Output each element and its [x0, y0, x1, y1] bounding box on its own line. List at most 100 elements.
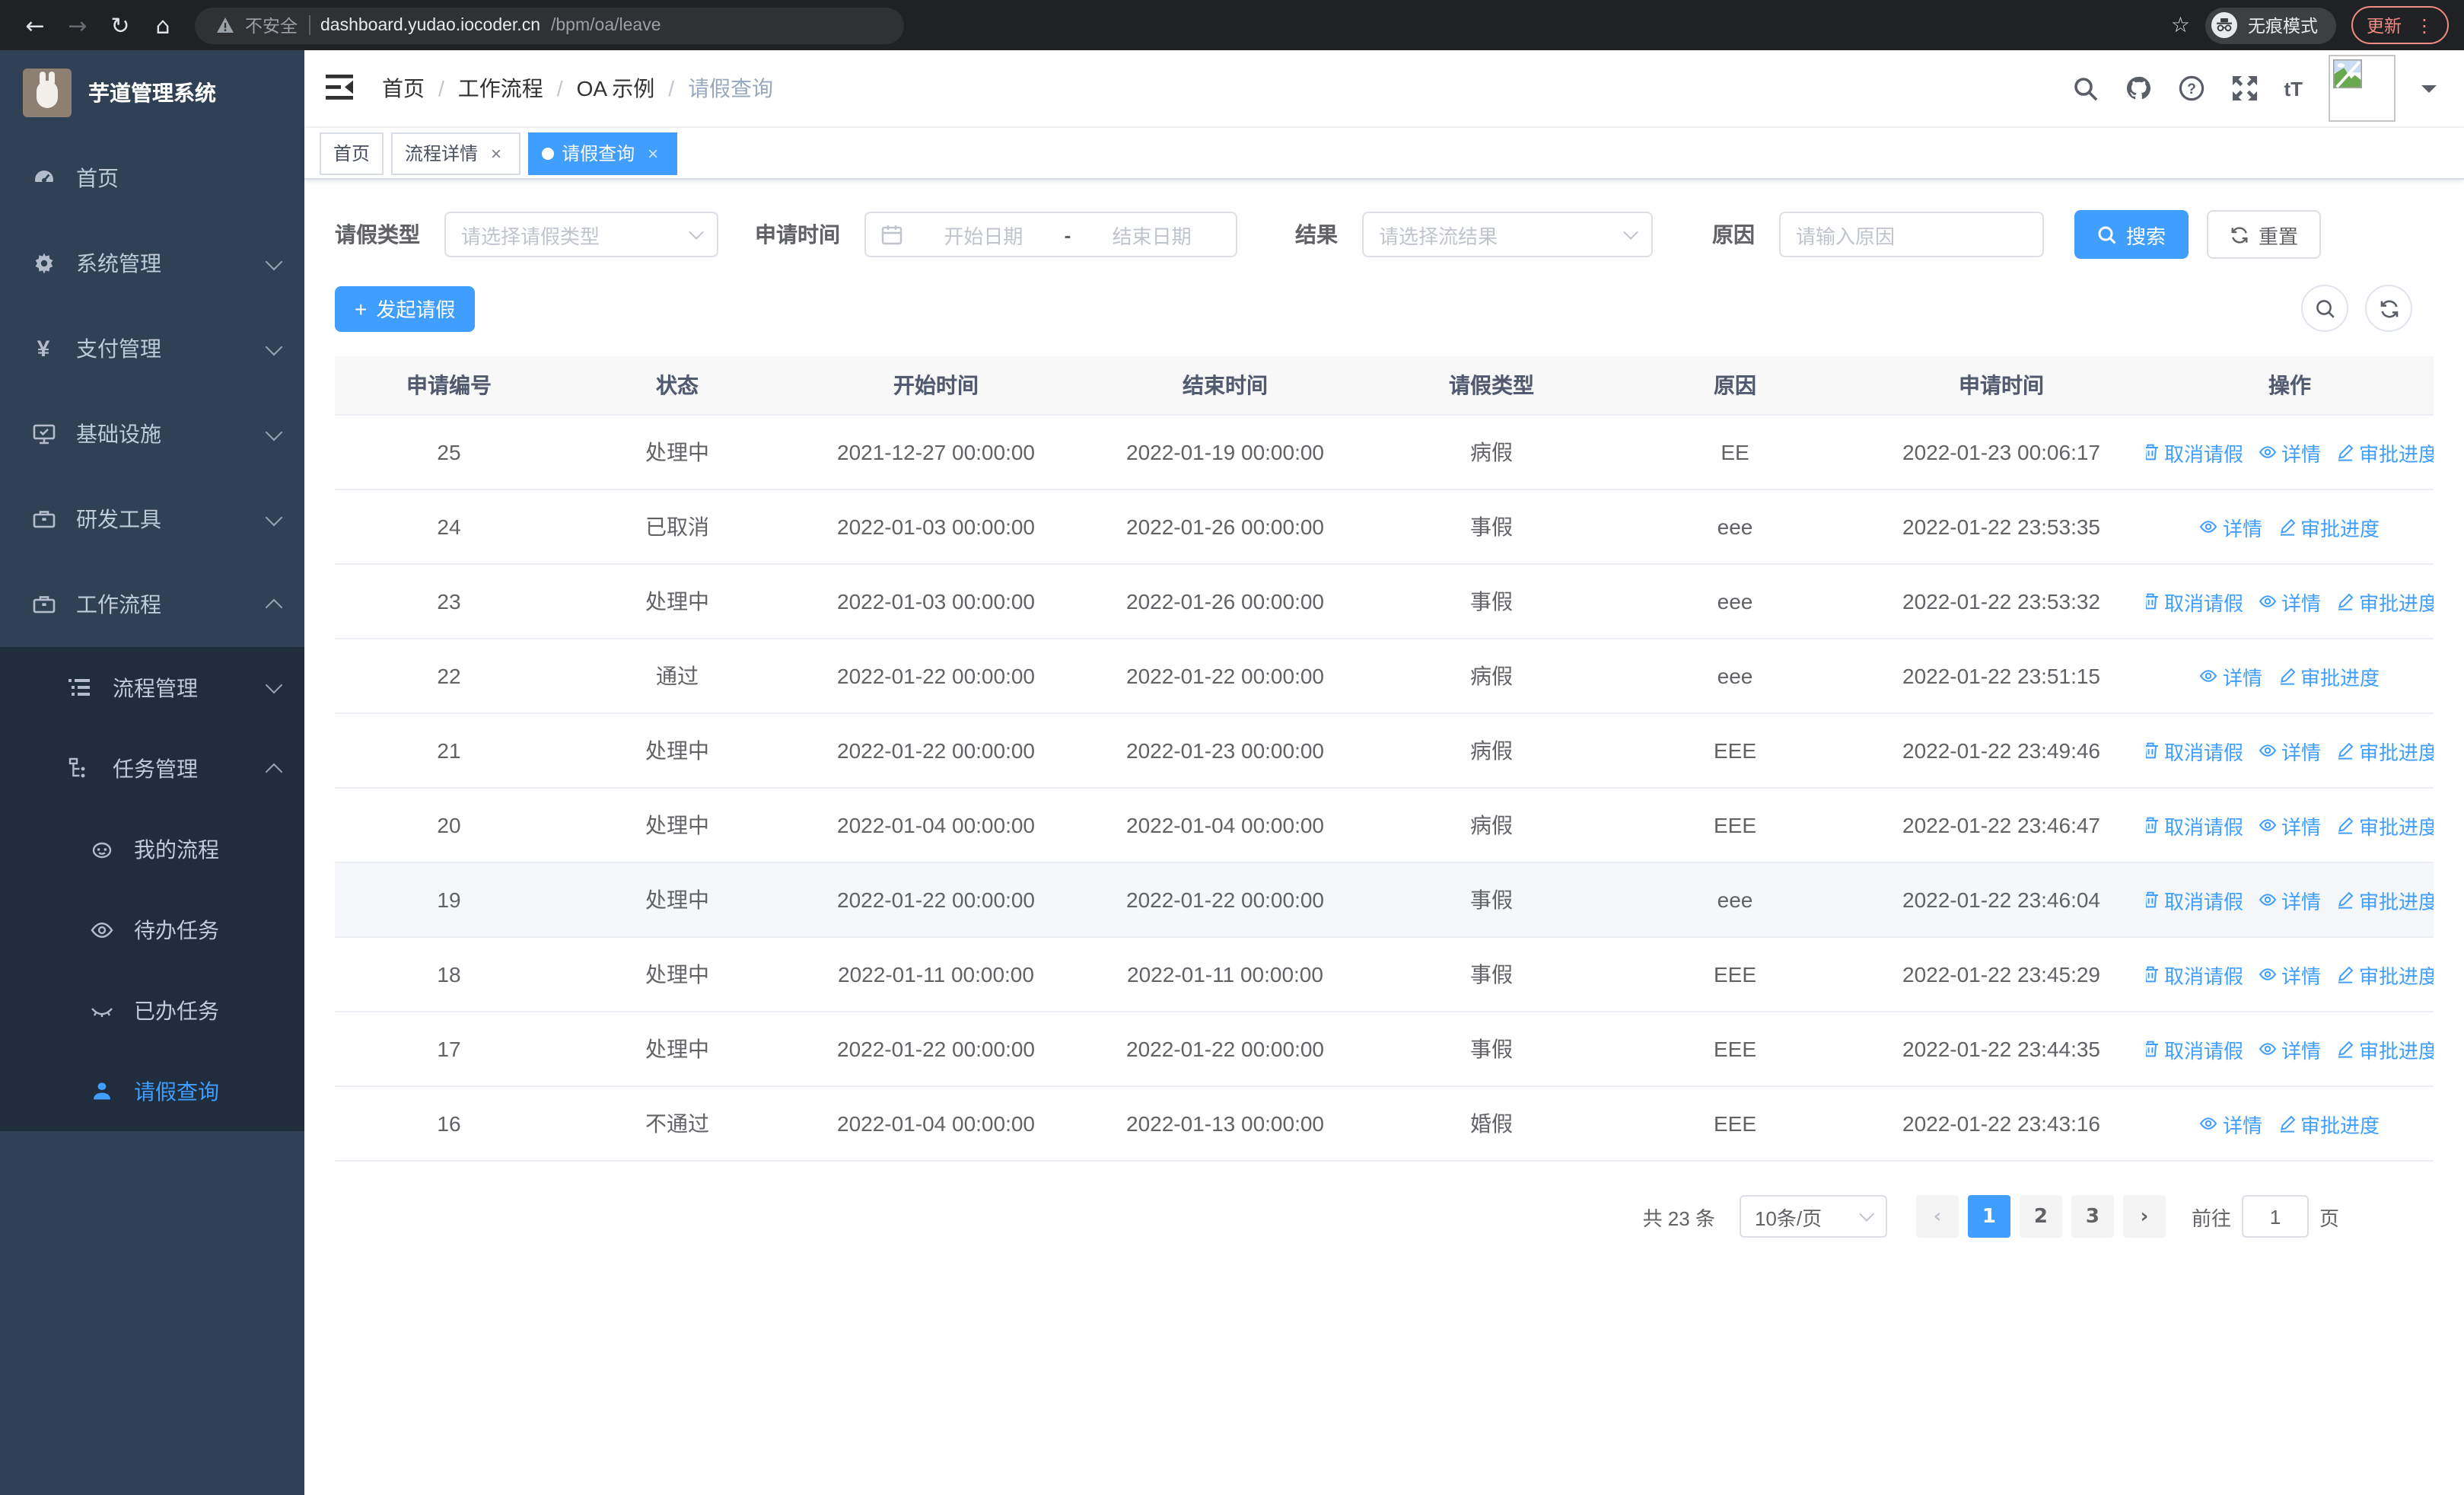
- close-icon[interactable]: ×: [485, 142, 507, 164]
- sidebar-item-process-management[interactable]: 流程管理: [0, 647, 304, 728]
- apply-time-cell: 2022-01-22 23:46:04: [1902, 888, 2100, 912]
- leave-type-select[interactable]: 请选择请假类型: [444, 212, 718, 257]
- detail-link[interactable]: 详情: [2200, 512, 2262, 541]
- goto-page-input[interactable]: 1: [2241, 1195, 2309, 1238]
- sidebar-item-home[interactable]: 首页: [0, 135, 304, 221]
- page-button-2[interactable]: 2: [2019, 1195, 2062, 1238]
- sidebar-item-infrastructure[interactable]: 基础设施: [0, 391, 304, 477]
- url-path: /bpm/oa/leave: [551, 16, 661, 34]
- page-button-1[interactable]: 1: [1967, 1195, 2010, 1238]
- browser-menu-icon[interactable]: ⋮: [2415, 14, 2434, 36]
- create-leave-button[interactable]: + 发起请假: [335, 285, 476, 331]
- sidebar-item-my-process[interactable]: 我的流程: [0, 808, 304, 889]
- reset-button[interactable]: 重置: [2207, 210, 2322, 259]
- detail-link[interactable]: 详情: [2259, 587, 2321, 616]
- cancel-leave-link[interactable]: 取消请假: [2146, 960, 2243, 989]
- sidebar-item-payment[interactable]: ¥ 支付管理: [0, 306, 304, 391]
- sidebar-item-todo-tasks[interactable]: 待办任务: [0, 889, 304, 970]
- browser-home-button[interactable]: ⌂: [143, 5, 183, 45]
- approval-progress-link[interactable]: 审批进度: [2278, 661, 2380, 690]
- user-menu-caret-icon[interactable]: [2421, 85, 2437, 100]
- cancel-leave-link[interactable]: 取消请假: [2146, 438, 2243, 467]
- table-row: 23 处理中 2022-01-03 00:00:00 2022-01-26 00:00…: [335, 565, 2434, 639]
- page-size-select[interactable]: 10条/页: [1739, 1195, 1887, 1238]
- apply-time-cell: 2022-01-22 23:53:32: [1902, 589, 2100, 614]
- apply-time-cell: 2022-01-22 23:49:46: [1902, 738, 2100, 763]
- bookmark-star-icon[interactable]: ☆: [2171, 13, 2190, 37]
- result-select[interactable]: 请选择流结果: [1362, 212, 1653, 257]
- detail-link[interactable]: 详情: [2200, 1109, 2262, 1138]
- search-button[interactable]: 搜索: [2074, 210, 2189, 259]
- search-icon[interactable]: [2072, 75, 2098, 101]
- incognito-icon: [2211, 12, 2237, 38]
- approval-progress-link[interactable]: 审批进度: [2336, 811, 2434, 840]
- sidebar-item-label: 工作流程: [76, 592, 161, 617]
- tab-leave-query[interactable]: 请假查询 ×: [528, 132, 678, 174]
- sidebar-item-workflow[interactable]: 工作流程: [0, 562, 304, 647]
- approval-progress-link[interactable]: 审批进度: [2336, 885, 2434, 914]
- sidebar-item-task-management[interactable]: 任务管理: [0, 728, 304, 808]
- detail-link[interactable]: 详情: [2259, 1034, 2321, 1063]
- url-separator: [308, 15, 310, 35]
- cancel-leave-link[interactable]: 取消请假: [2146, 736, 2243, 765]
- detail-link[interactable]: 详情: [2259, 960, 2321, 989]
- detail-link[interactable]: 详情: [2259, 811, 2321, 840]
- close-icon[interactable]: ×: [642, 142, 664, 164]
- approval-progress-link[interactable]: 审批进度: [2336, 438, 2434, 467]
- sidebar-item-devtools[interactable]: 研发工具: [0, 477, 304, 562]
- next-page-button[interactable]: ›: [2122, 1195, 2166, 1238]
- help-icon[interactable]: ?: [2177, 75, 2205, 102]
- detail-link[interactable]: 详情: [2259, 885, 2321, 914]
- page-button-3[interactable]: 3: [2071, 1195, 2114, 1238]
- browser-reload-button[interactable]: ↻: [100, 5, 140, 45]
- goto-unit: 页: [2319, 1207, 2339, 1229]
- reason-input[interactable]: 请输入原因: [1779, 212, 2044, 257]
- apply-time-range-picker[interactable]: 开始日期 - 结束日期: [864, 212, 1237, 257]
- table-row: 18 处理中 2022-01-11 00:00:00 2022-01-11 00:00…: [335, 938, 2434, 1012]
- cancel-leave-link[interactable]: 取消请假: [2146, 885, 2243, 914]
- app-logo[interactable]: 芋道管理系统: [0, 50, 304, 135]
- github-icon[interactable]: [2124, 75, 2151, 102]
- leave-type-cell: 事假: [1470, 962, 1513, 987]
- cancel-leave-link[interactable]: 取消请假: [2146, 811, 2243, 840]
- logo-image: [23, 69, 72, 117]
- reason-cell: eee: [1717, 664, 1753, 688]
- tab-process-detail[interactable]: 流程详情 ×: [391, 132, 521, 174]
- browser-back-button[interactable]: ←: [15, 5, 55, 45]
- detail-link[interactable]: 详情: [2259, 438, 2321, 467]
- browser-forward-button[interactable]: →: [58, 5, 97, 45]
- address-bar[interactable]: 不安全 dashboard.yudao.iocoder.cn/bpm/oa/le…: [195, 7, 904, 43]
- cancel-leave-link[interactable]: 取消请假: [2146, 587, 2243, 616]
- header-leave-type: 请假类型: [1449, 373, 1534, 397]
- approval-progress-link[interactable]: 审批进度: [2336, 1034, 2434, 1063]
- detail-link[interactable]: 详情: [2259, 736, 2321, 765]
- browser-update-button[interactable]: 更新 ⋮: [2351, 6, 2449, 44]
- edit-icon: [2338, 817, 2354, 834]
- refresh-table-button[interactable]: [2365, 285, 2412, 332]
- start-time-cell: 2022-01-11 00:00:00: [838, 962, 1034, 987]
- approval-progress-link[interactable]: 审批进度: [2336, 587, 2434, 616]
- font-size-icon[interactable]: tT: [2284, 77, 2303, 100]
- sidebar-collapse-icon[interactable]: [326, 75, 356, 102]
- apply-id-cell: 22: [437, 664, 461, 688]
- sidebar-item-leave-query[interactable]: 请假查询: [0, 1050, 304, 1131]
- leave-type-cell: 病假: [1470, 440, 1513, 464]
- breadcrumb-item[interactable]: OA 示例: [577, 73, 655, 104]
- cancel-leave-link[interactable]: 取消请假: [2146, 1034, 2243, 1063]
- sidebar-item-done-tasks[interactable]: 已办任务: [0, 970, 304, 1050]
- avatar[interactable]: [2329, 55, 2396, 122]
- approval-progress-link[interactable]: 审批进度: [2278, 1109, 2380, 1138]
- approval-progress-link[interactable]: 审批进度: [2336, 960, 2434, 989]
- approval-progress-link[interactable]: 审批进度: [2278, 512, 2380, 541]
- tab-home[interactable]: 首页: [320, 132, 384, 174]
- leave-type-cell: 事假: [1470, 888, 1513, 912]
- show-search-button[interactable]: [2301, 285, 2348, 332]
- filter-form: 请假类型 请选择请假类型 申请时间 开始日期 - 结束日期 结果 请选择流结果 …: [335, 210, 2434, 259]
- sidebar-item-system[interactable]: 系统管理: [0, 221, 304, 306]
- approval-progress-link[interactable]: 审批进度: [2336, 736, 2434, 765]
- breadcrumb-item[interactable]: 首页: [382, 73, 425, 104]
- prev-page-button[interactable]: ‹: [1915, 1195, 1959, 1238]
- detail-link[interactable]: 详情: [2200, 661, 2262, 690]
- fullscreen-icon[interactable]: [2230, 75, 2258, 102]
- breadcrumb-item[interactable]: 工作流程: [458, 73, 543, 104]
